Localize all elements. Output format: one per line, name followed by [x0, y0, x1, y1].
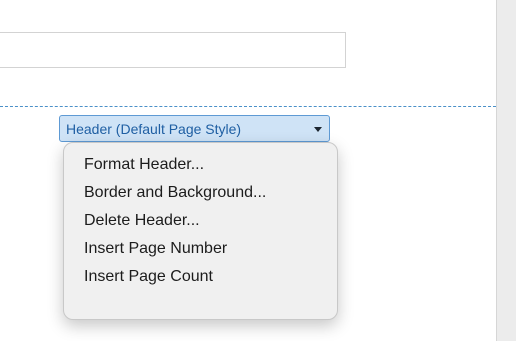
header-boundary-line: [0, 106, 496, 107]
menu-item-format-header[interactable]: Format Header...: [64, 151, 337, 179]
chevron-down-icon: [314, 127, 322, 132]
menu-item-border-and-background[interactable]: Border and Background...: [64, 179, 337, 207]
window-gutter: [496, 0, 516, 341]
menu-item-label: Border and Background...: [84, 184, 267, 201]
menu-item-label: Insert Page Count: [84, 268, 213, 285]
menu-item-label: Format Header...: [84, 156, 205, 173]
menu-item-insert-page-number[interactable]: Insert Page Number: [64, 235, 337, 263]
header-dropdown-label: Header (Default Page Style): [66, 120, 242, 137]
menu-item-label: Insert Page Number: [84, 240, 228, 257]
document-page[interactable]: Header (Default Page Style) Format Heade…: [0, 0, 496, 341]
header-context-menu: Format Header... Border and Background..…: [63, 142, 338, 320]
text-frame[interactable]: [0, 32, 346, 68]
menu-item-delete-header[interactable]: Delete Header...: [64, 207, 337, 235]
menu-item-insert-page-count[interactable]: Insert Page Count: [64, 263, 337, 291]
header-dropdown-button[interactable]: Header (Default Page Style): [59, 115, 330, 142]
menu-item-label: Delete Header...: [84, 212, 200, 229]
